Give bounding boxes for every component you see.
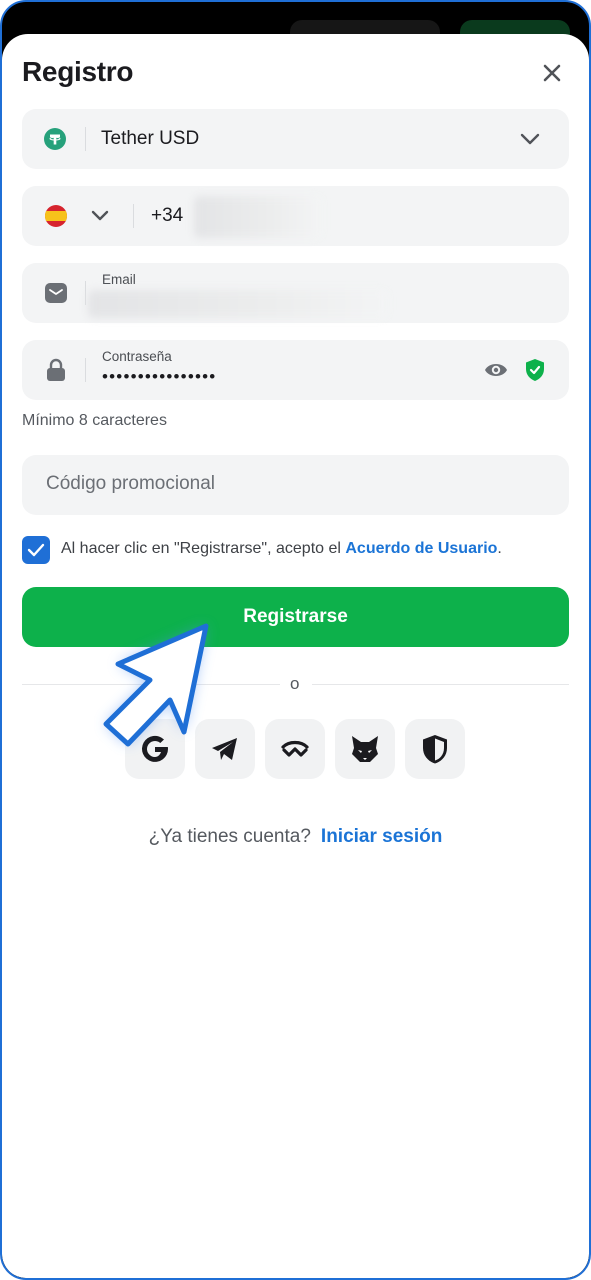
login-question: ¿Ya tienes cuenta? [148,826,311,847]
field-divider [85,358,86,382]
walletconnect-icon [281,740,309,757]
field-divider [85,281,86,305]
email-value-redacted[interactable] [88,290,388,318]
phone-number-redacted[interactable] [194,196,322,238]
security-login-button[interactable] [405,719,465,779]
password-hint: Mínimo 8 caracteres [22,412,167,429]
dialog-title: Registro [22,56,134,87]
password-label: Contraseña [102,349,172,364]
phone-frame: Registro Tether USD +34 Email Contraseña… [0,0,591,1280]
spain-flag-icon[interactable] [45,205,67,227]
separator-label: o [290,674,300,693]
lock-icon [47,358,65,381]
field-divider [85,127,86,151]
currency-select[interactable]: Tether USD [22,109,569,169]
chevron-down-icon[interactable] [90,208,110,224]
checkmark-icon [27,543,45,557]
promo-code-placeholder: Código promocional [46,473,215,494]
field-divider [133,204,134,228]
email-label: Email [102,272,136,287]
metamask-login-button[interactable] [335,719,395,779]
terms-suffix: . [497,540,502,557]
mail-icon [45,283,67,303]
terms-text: Al hacer clic en "Registrarse", acepto e… [61,540,502,558]
promo-code-field[interactable]: Código promocional [22,455,569,515]
phone-field[interactable]: +34 [22,186,569,246]
password-field[interactable]: Contraseña •••••••••••••••• [22,340,569,400]
register-sheet: Registro Tether USD +34 Email Contraseña… [2,34,589,1278]
user-agreement-link[interactable]: Acuerdo de Usuario [345,540,497,557]
chevron-down-icon [520,133,540,145]
email-field[interactable]: Email [22,263,569,323]
pointer-arrow-icon [103,623,209,747]
shield-check-icon [526,359,544,381]
separator-line [312,684,569,685]
metamask-fox-icon [352,736,378,762]
tether-icon [44,128,66,150]
terms-statement: Al hacer clic en "Registrarse", acepto e… [61,540,346,557]
walletconnect-login-button[interactable] [265,719,325,779]
password-value[interactable]: •••••••••••••••• [102,367,216,387]
terms-checkbox[interactable] [22,536,50,564]
currency-value: Tether USD [101,128,200,149]
close-icon[interactable] [538,59,566,87]
eye-icon[interactable] [484,360,508,380]
login-prompt: ¿Ya tienes cuenta? Iniciar sesión [2,826,589,848]
shield-icon [423,735,447,764]
login-link[interactable]: Iniciar sesión [321,826,442,847]
phone-prefix: +34 [151,205,184,226]
